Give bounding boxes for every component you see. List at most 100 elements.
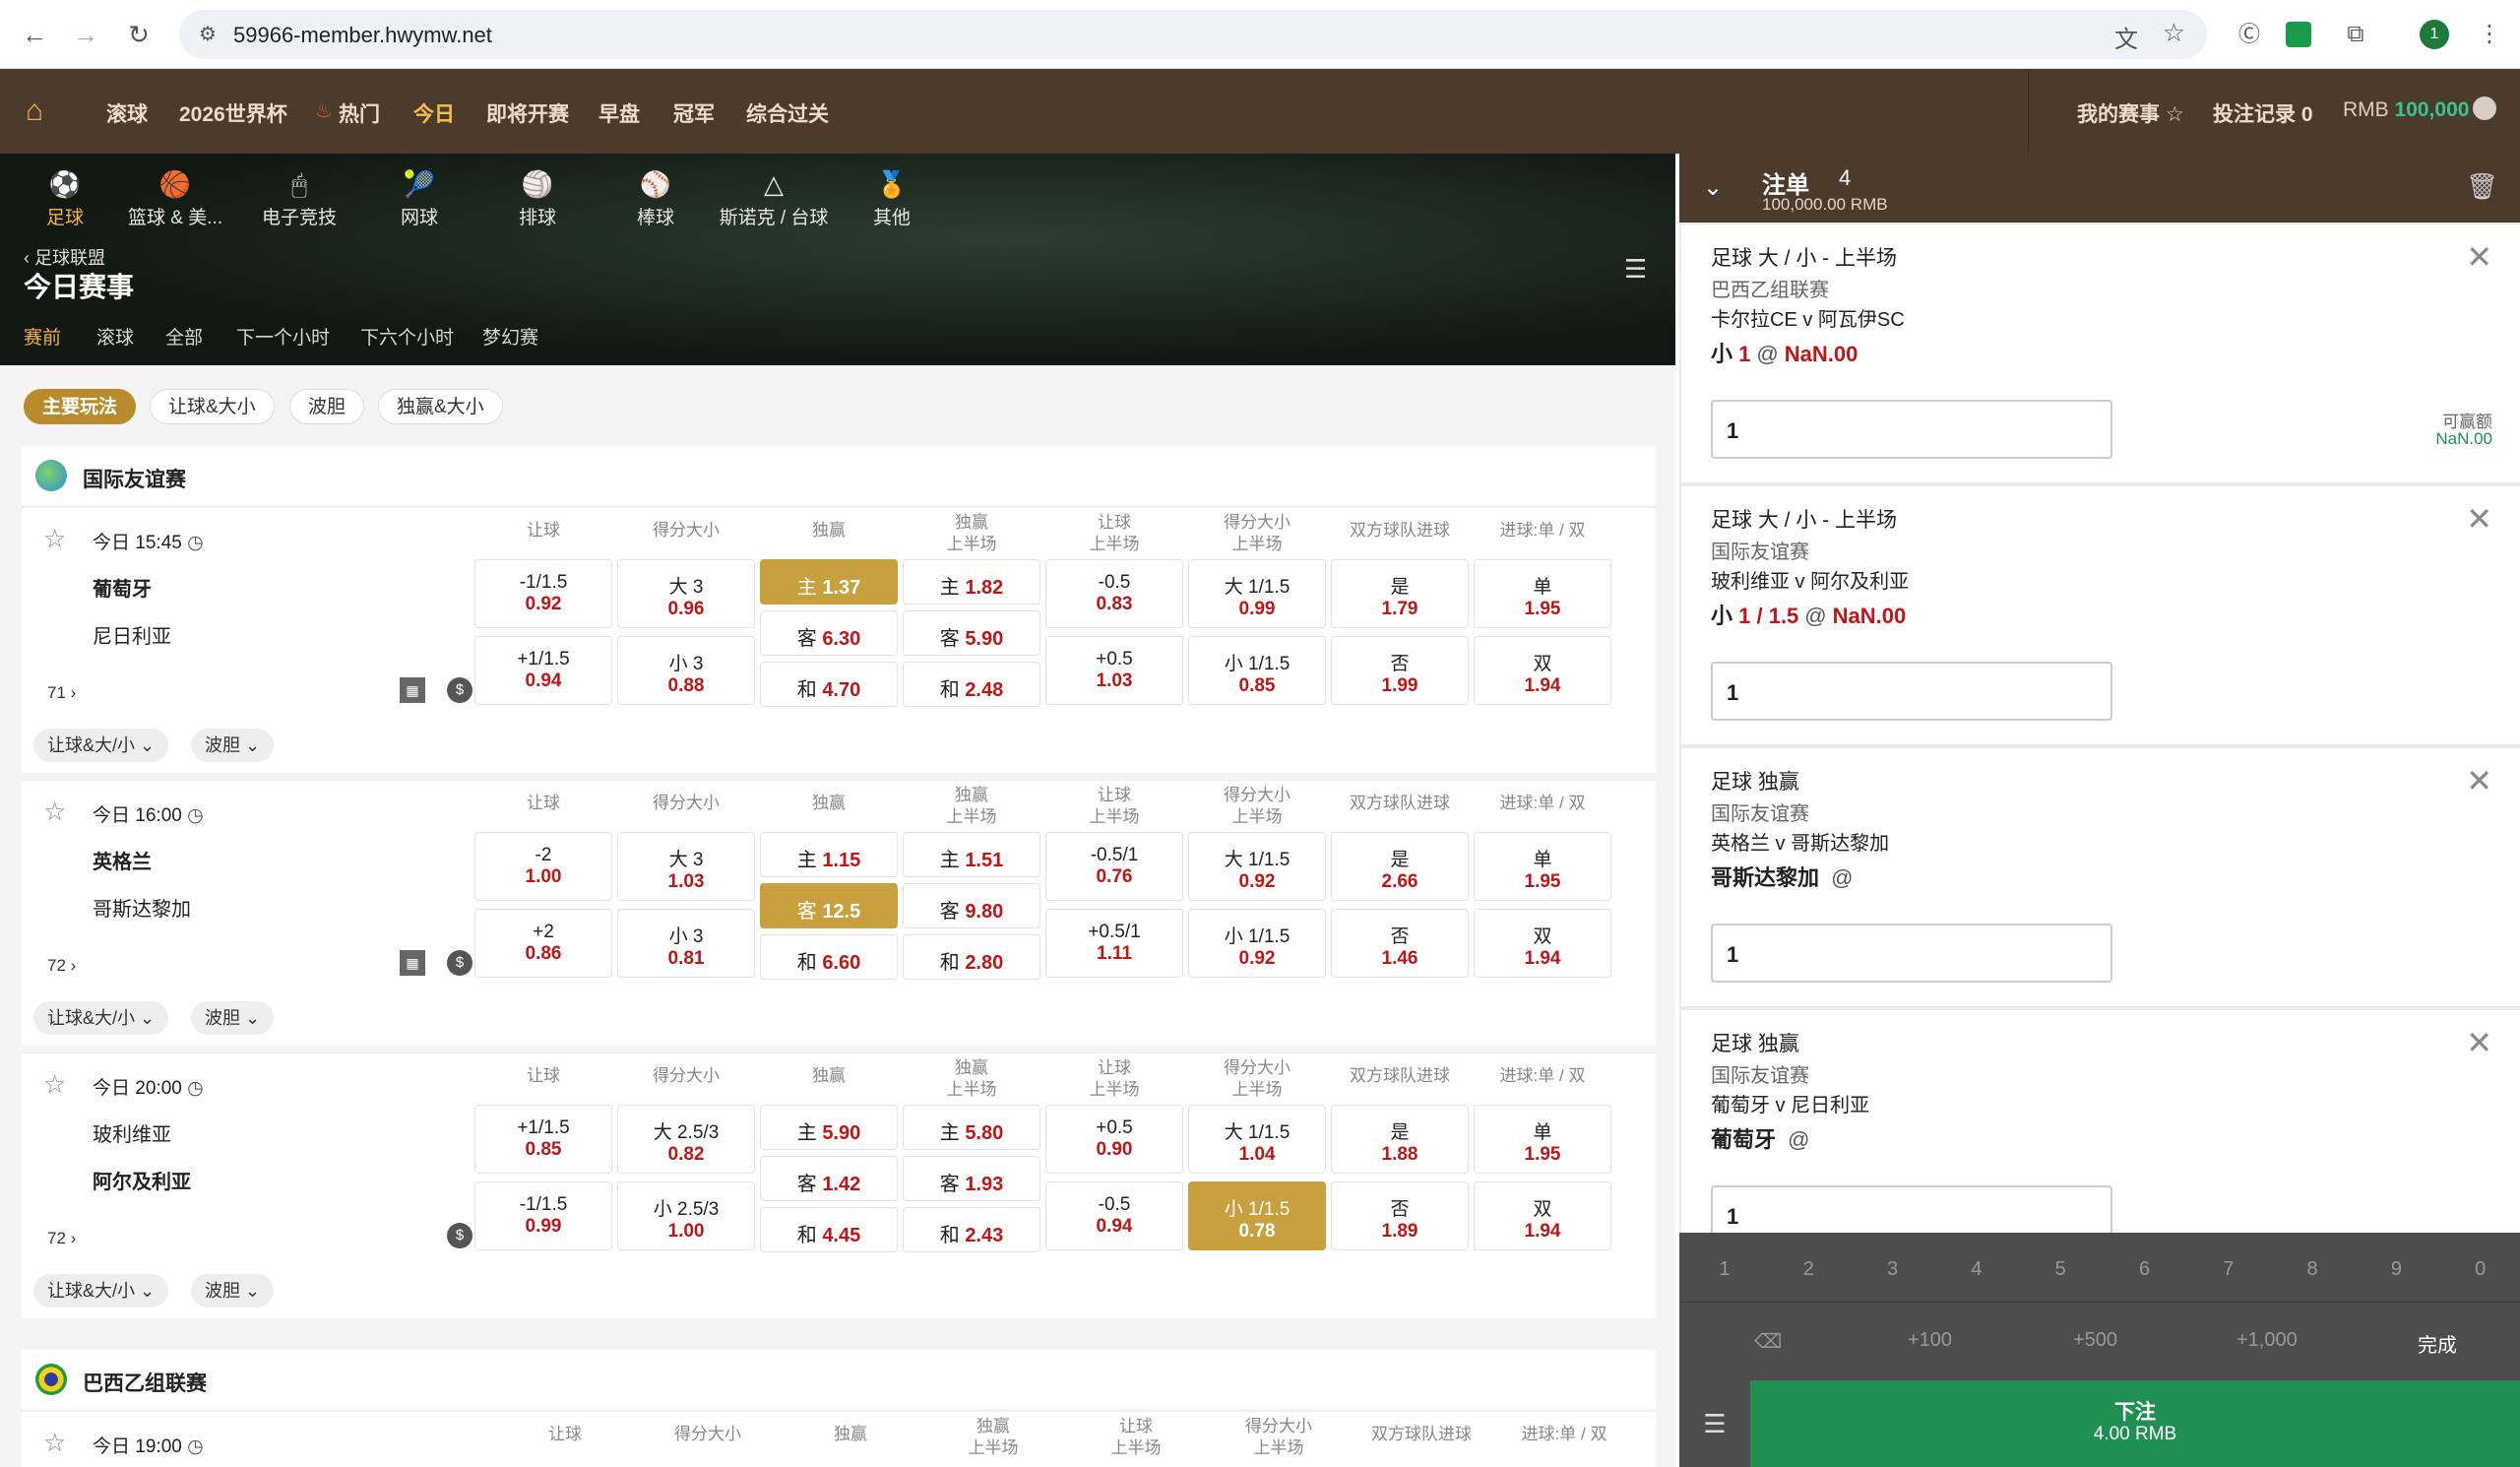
quick-add-1000[interactable]: +1,000 bbox=[2236, 1329, 2298, 1352]
extension-search-icon[interactable] bbox=[2286, 22, 2311, 47]
odds-button[interactable]: -0.5/1 0.76 bbox=[1045, 832, 1183, 901]
user-icon[interactable] bbox=[2473, 96, 2496, 120]
odds-button[interactable]: 大 1/1.5 0.99 bbox=[1188, 559, 1326, 628]
sport-baseball[interactable]: ⚾ 棒球 bbox=[606, 169, 705, 229]
odds-button[interactable]: +2 0.86 bbox=[474, 909, 612, 978]
favorite-star-icon[interactable]: ☆ bbox=[43, 797, 66, 827]
keypad-key[interactable]: 2 bbox=[1789, 1258, 1828, 1281]
odds-button[interactable]: +1/1.5 0.94 bbox=[474, 636, 612, 705]
pill-1x2-ou[interactable]: 独赢&大小 bbox=[378, 389, 503, 424]
more-markets-count[interactable]: 72 › bbox=[47, 956, 76, 976]
tab-live[interactable]: 滚球 bbox=[96, 323, 134, 350]
market-dropdown[interactable]: 波胆 ⌄ bbox=[191, 1001, 275, 1035]
odds-button-draw[interactable]: 和 2.43 bbox=[903, 1207, 1040, 1252]
odds-button[interactable]: -2 1.00 bbox=[474, 832, 612, 901]
translate-icon[interactable]: 文 bbox=[2114, 20, 2138, 54]
pill-handicap-ou[interactable]: 让球&大小 bbox=[150, 389, 275, 424]
nav-today[interactable]: 今日 bbox=[413, 98, 455, 128]
odds-button[interactable]: 小 3 0.88 bbox=[617, 636, 755, 705]
odds-button[interactable]: 客 5.90 bbox=[903, 610, 1040, 656]
odds-button[interactable]: 小 1/1.5 0.85 bbox=[1188, 636, 1326, 705]
pill-correct-score[interactable]: 波胆 bbox=[289, 389, 365, 424]
keypad-key[interactable]: 7 bbox=[2209, 1258, 2248, 1281]
odds-button[interactable]: 主 1.82 bbox=[903, 559, 1040, 605]
odds-button[interactable]: 大 1/1.5 0.92 bbox=[1188, 832, 1326, 901]
quick-add-100[interactable]: +100 bbox=[1908, 1329, 1952, 1352]
sport-snooker[interactable]: △ 斯诺克 / 台球 bbox=[715, 169, 833, 229]
keypad-key[interactable]: 3 bbox=[1873, 1258, 1913, 1281]
odds-button[interactable]: 单 1.95 bbox=[1474, 559, 1611, 628]
league-header[interactable]: 巴西乙组联赛 bbox=[22, 1350, 1656, 1409]
odds-button[interactable]: 大 3 1.03 bbox=[617, 832, 755, 901]
odds-button[interactable]: +0.5 1.03 bbox=[1045, 636, 1183, 705]
menu-kebab-icon[interactable]: ⋮ bbox=[2473, 18, 2506, 51]
favorite-star-icon[interactable]: ☆ bbox=[43, 1069, 66, 1100]
odds-button[interactable]: +0.5/1 1.11 bbox=[1045, 909, 1183, 978]
backspace-icon[interactable]: ⌫ bbox=[1754, 1329, 1782, 1354]
quick-add-500[interactable]: +500 bbox=[2073, 1329, 2117, 1352]
odds-button[interactable]: -1/1.5 0.99 bbox=[474, 1181, 612, 1250]
nav-hot[interactable]: 热门 bbox=[339, 98, 380, 128]
reload-icon[interactable]: ↻ bbox=[122, 18, 156, 51]
keypad-key[interactable]: 5 bbox=[2041, 1258, 2080, 1281]
odds-button[interactable]: 主 1.15 bbox=[760, 832, 898, 877]
keypad-key[interactable]: 4 bbox=[1957, 1258, 1996, 1281]
odds-button[interactable]: 否 1.89 bbox=[1331, 1181, 1469, 1250]
odds-button[interactable]: 否 1.99 bbox=[1331, 636, 1469, 705]
keypad-key[interactable]: 6 bbox=[2125, 1258, 2165, 1281]
done-button[interactable]: 完成 bbox=[2418, 1329, 2457, 1358]
odds-button[interactable]: 客 1.42 bbox=[760, 1156, 898, 1201]
odds-button[interactable]: +1/1.5 0.85 bbox=[474, 1105, 612, 1174]
keypad-key[interactable]: 9 bbox=[2376, 1258, 2416, 1281]
back-icon[interactable]: ← bbox=[18, 18, 51, 51]
bet-slip-header[interactable]: ⌄ 注单 4 100,000.00 RMB 🗑 bbox=[1679, 154, 2520, 223]
away-team[interactable]: 尼日利亚 bbox=[93, 620, 171, 649]
odds-button[interactable]: 客 12.5 bbox=[760, 883, 898, 928]
odds-button-draw[interactable]: 和 6.60 bbox=[760, 934, 898, 980]
away-team[interactable]: 哥斯达黎加 bbox=[93, 893, 191, 922]
favorite-star-icon[interactable]: ☆ bbox=[43, 1428, 66, 1458]
stats-board-icon[interactable]: ▦ bbox=[400, 950, 425, 976]
odds-button[interactable]: 双 1.94 bbox=[1474, 1181, 1611, 1250]
market-dropdown[interactable]: 波胆 ⌄ bbox=[191, 729, 275, 762]
close-icon[interactable]: ✕ bbox=[2466, 762, 2492, 799]
place-bet-button[interactable]: ☰ 下注 4.00 RMB bbox=[1679, 1380, 2520, 1467]
market-dropdown[interactable]: 让球&大/小 ⌄ bbox=[33, 1001, 169, 1035]
stake-input[interactable]: 1 bbox=[1711, 400, 2112, 459]
odds-button[interactable]: 单 1.95 bbox=[1474, 1105, 1611, 1174]
tab-prematch[interactable]: 赛前 bbox=[24, 323, 61, 350]
odds-button[interactable]: 主 5.90 bbox=[760, 1105, 898, 1150]
odds-button-draw[interactable]: 和 2.48 bbox=[903, 662, 1040, 707]
odds-button[interactable]: 是 1.79 bbox=[1331, 559, 1469, 628]
bet-record-link[interactable]: 投注记录 0 bbox=[2213, 98, 2313, 128]
odds-button[interactable]: 大 1/1.5 1.04 bbox=[1188, 1105, 1326, 1174]
settings-sliders-icon[interactable]: ☰ bbox=[1679, 1380, 1750, 1467]
sport-basketball[interactable]: 🏀 篮球 & 美... bbox=[126, 169, 224, 229]
stats-board-icon[interactable]: ▦ bbox=[400, 677, 425, 703]
odds-button[interactable]: 大 3 0.96 bbox=[617, 559, 755, 628]
odds-button[interactable]: -0.5 0.83 bbox=[1045, 559, 1183, 628]
site-settings-icon[interactable]: ⚙ bbox=[199, 22, 217, 46]
trash-icon[interactable]: 🗑 bbox=[2466, 171, 2498, 202]
extension-c-icon[interactable]: Ⓒ bbox=[2233, 18, 2266, 51]
close-icon[interactable]: ✕ bbox=[2466, 500, 2492, 538]
nav-early[interactable]: 早盘 bbox=[598, 98, 640, 128]
tab-fantasy[interactable]: 梦幻赛 bbox=[482, 323, 538, 350]
more-markets-count[interactable]: 72 › bbox=[47, 1229, 76, 1248]
odds-button[interactable]: 主 1.37 bbox=[760, 559, 898, 605]
league-header[interactable]: 国际友谊赛 bbox=[22, 446, 1656, 505]
sport-esports[interactable]: 🖱 电子竞技 bbox=[250, 169, 348, 229]
odds-button[interactable]: 是 1.88 bbox=[1331, 1105, 1469, 1174]
sport-football[interactable]: ⚽ 足球 bbox=[16, 169, 114, 229]
sport-other[interactable]: 🏅 其他 bbox=[843, 169, 941, 229]
odds-button[interactable]: 小 1/1.5 0.78 bbox=[1188, 1181, 1326, 1250]
tab-next-hour[interactable]: 下一个小时 bbox=[236, 323, 330, 350]
odds-button[interactable]: 主 5.80 bbox=[903, 1105, 1040, 1150]
odds-button-draw[interactable]: 和 2.80 bbox=[903, 934, 1040, 980]
favorite-star-icon[interactable]: ☆ bbox=[43, 524, 66, 554]
odds-button[interactable]: -1/1.5 0.92 bbox=[474, 559, 612, 628]
cashout-icon[interactable]: $ bbox=[447, 1223, 472, 1248]
nav-parlay[interactable]: 综合过关 bbox=[746, 98, 829, 128]
odds-button[interactable]: 小 3 0.81 bbox=[617, 909, 755, 978]
cashout-icon[interactable]: $ bbox=[447, 950, 472, 976]
